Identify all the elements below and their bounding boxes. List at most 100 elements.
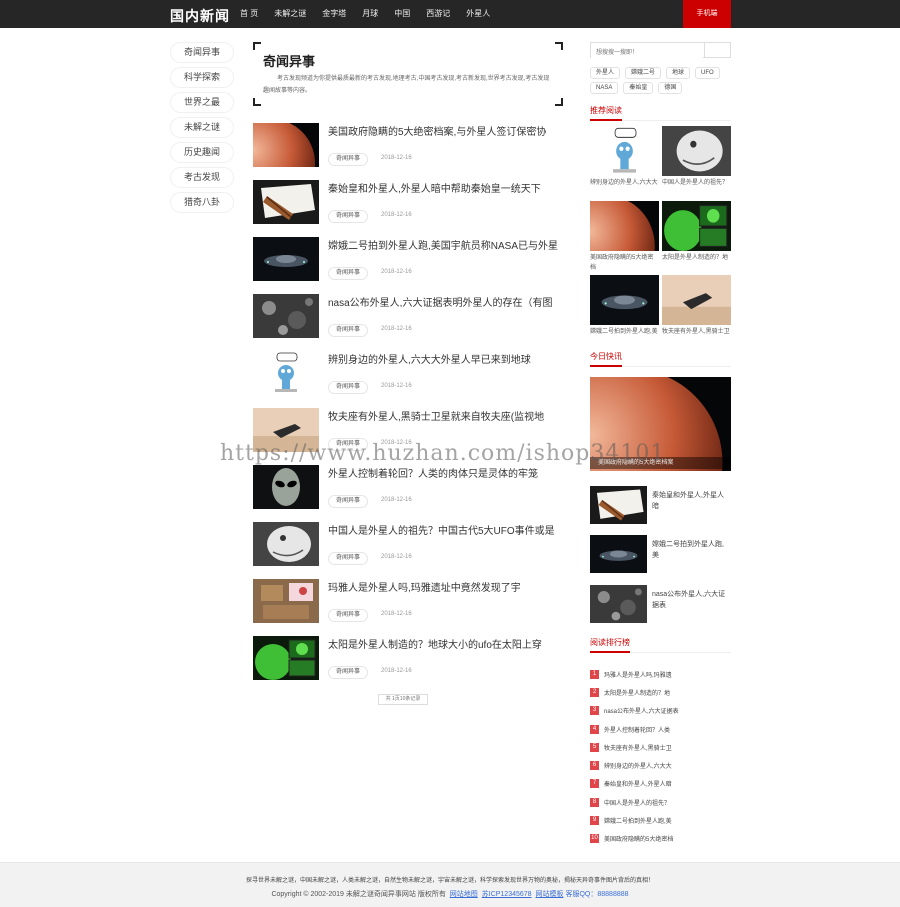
article-thumbnail[interactable] (253, 294, 319, 338)
keyword-tag[interactable]: UFO (695, 67, 720, 79)
rank-title[interactable]: 玛雅人是外星人吗,玛雅遗 (604, 670, 672, 679)
today-item[interactable]: nasa公布外星人,六大证据表 (590, 585, 731, 625)
search-input[interactable] (591, 46, 703, 60)
template-link[interactable]: 网站模板 (536, 891, 564, 898)
rank-item[interactable]: 3 nasa公布外星人,六大证据表 (590, 702, 731, 720)
today-thumbnail[interactable] (590, 585, 647, 623)
keyword-tag[interactable]: 德国 (658, 82, 683, 94)
category-tag[interactable]: 奇闻异事 (328, 381, 368, 394)
nav-china[interactable]: 中国 (394, 0, 410, 28)
article-item[interactable]: 玛雅人是外星人吗,玛雅遗址中竟然发现了宇 奇闻异事 2018-12-16 (253, 576, 563, 633)
recommend-item[interactable]: 牧夫座有外星人,黑骑士卫 (662, 275, 731, 347)
recommend-item[interactable]: 辨别身边的外星人,六大大 (590, 126, 659, 198)
today-caption[interactable]: nasa公布外星人,六大证据表 (652, 589, 730, 611)
category-item[interactable]: 猎奇八卦 (170, 192, 234, 213)
recommend-thumbnail[interactable] (590, 275, 659, 325)
article-item[interactable]: 辨别身边的外星人,六大大外星人早已来到地球 奇闻异事 2018-12-16 (253, 348, 563, 405)
rank-item[interactable]: 10 美国政府隐瞒的5大绝密档 (590, 830, 731, 848)
recommend-item[interactable]: 太阳是外星人制造的？地 (662, 201, 731, 273)
category-tag[interactable]: 奇闻异事 (328, 210, 368, 223)
rank-title[interactable]: 牧夫座有外星人,黑骑士卫 (604, 743, 672, 752)
rank-item[interactable]: 9 嫦娥二号拍到外星人跑,美 (590, 811, 731, 829)
article-thumbnail[interactable] (253, 522, 319, 566)
rank-title[interactable]: 嫦娥二号拍到外星人跑,美 (604, 816, 672, 825)
today-item[interactable]: 嫦娥二号拍到外星人跑,美 (590, 535, 731, 575)
article-item[interactable]: 中国人是外星人的祖先？中国古代5大UFO事件或是 奇闻异事 2018-12-16 (253, 519, 563, 576)
search-button[interactable] (704, 43, 730, 57)
rank-item[interactable]: 7 秦始皇和外星人,外星人暗 (590, 775, 731, 793)
category-tag[interactable]: 奇闻异事 (328, 153, 368, 166)
article-item[interactable]: 美国政府隐瞒的5大绝密档案,与外星人签订保密协 奇闻异事 2018-12-16 (253, 120, 563, 177)
recommend-caption[interactable]: 嫦娥二号拍到外星人跑,美 (590, 327, 659, 347)
category-tag[interactable]: 奇闻异事 (328, 552, 368, 565)
article-title[interactable]: 辨别身边的外星人,六大大外星人早已来到地球 (328, 351, 563, 366)
sitemap-link[interactable]: 网站地图 (450, 891, 478, 898)
recommend-thumbnail[interactable] (590, 201, 659, 251)
site-logo[interactable]: 国内新闻 (170, 6, 230, 26)
article-thumbnail[interactable] (253, 123, 319, 167)
today-thumbnail[interactable] (590, 486, 647, 524)
recommend-thumbnail[interactable] (590, 126, 659, 176)
article-title[interactable]: nasa公布外星人,六大证据表明外星人的存在（有图 (328, 294, 563, 309)
recommend-thumbnail[interactable] (662, 126, 731, 176)
category-item[interactable]: 奇闻异事 (170, 42, 234, 63)
recommend-caption[interactable]: 太阳是外星人制造的？地 (662, 253, 731, 273)
keyword-tag[interactable]: 秦始皇 (623, 82, 654, 94)
nav-pyramid[interactable]: 金字塔 (322, 0, 346, 28)
category-tag[interactable]: 奇闻异事 (328, 267, 368, 280)
today-caption[interactable]: 嫦娥二号拍到外星人跑,美 (652, 539, 730, 561)
rank-title[interactable]: 中国人是外星人的祖先？ (604, 798, 670, 807)
article-item[interactable]: 秦始皇和外星人,外星人暗中帮助秦始皇一统天下 奇闻异事 2018-12-16 (253, 177, 563, 234)
category-item[interactable]: 世界之最 (170, 92, 234, 113)
article-title[interactable]: 牧夫座有外星人,黑骑士卫星就来自牧夫座(监视地 (328, 408, 563, 423)
recommend-thumbnail[interactable] (662, 201, 731, 251)
article-item[interactable]: nasa公布外星人,六大证据表明外星人的存在（有图 奇闻异事 2018-12-16 (253, 291, 563, 348)
article-title[interactable]: 嫦娥二号拍到外星人跑,美国宇航员称NASA已与外星 (328, 237, 563, 252)
icp-link[interactable]: 苏ICP12345678 (482, 891, 532, 898)
keyword-tag[interactable]: 外星人 (590, 67, 621, 79)
article-title[interactable]: 美国政府隐瞒的5大绝密档案,与外星人签订保密协 (328, 123, 563, 138)
today-caption[interactable]: 秦始皇和外星人,外星人暗 (652, 490, 730, 512)
article-item[interactable]: 外星人控制着轮回？人类的肉体只是灵体的牢笼 奇闻异事 2018-12-16 (253, 462, 563, 519)
article-title[interactable]: 太阳是外星人制造的？地球大小的ufo在太阳上穿 (328, 636, 563, 651)
nav-mysteries[interactable]: 未解之谜 (274, 0, 306, 28)
recommend-item[interactable]: 美国政府隐瞒的5大绝密档 (590, 201, 659, 273)
today-thumbnail[interactable] (590, 535, 647, 573)
rank-title[interactable]: 外星人控制着轮回？人类 (604, 725, 670, 734)
category-item[interactable]: 历史趣闻 (170, 142, 234, 163)
mobile-version-button[interactable]: 手机端 (683, 0, 731, 28)
nav-home[interactable]: 首 页 (240, 0, 258, 28)
article-thumbnail[interactable] (253, 579, 319, 623)
nav-journey-west[interactable]: 西游记 (426, 0, 450, 28)
recommend-caption[interactable]: 牧夫座有外星人,黑骑士卫 (662, 327, 731, 347)
rank-title[interactable]: 秦始皇和外星人,外星人暗 (604, 779, 672, 788)
nav-moon[interactable]: 月球 (362, 0, 378, 28)
rank-title[interactable]: nasa公布外星人,六大证据表 (604, 706, 679, 715)
category-item[interactable]: 未解之谜 (170, 117, 234, 138)
recommend-item[interactable]: 嫦娥二号拍到外星人跑,美 (590, 275, 659, 347)
rank-item[interactable]: 5 牧夫座有外星人,黑骑士卫 (590, 738, 731, 756)
keyword-tag[interactable]: NASA (590, 82, 619, 94)
today-item[interactable]: 秦始皇和外星人,外星人暗 (590, 486, 731, 526)
category-tag[interactable]: 奇闻异事 (328, 609, 368, 622)
article-title[interactable]: 秦始皇和外星人,外星人暗中帮助秦始皇一统天下 (328, 180, 563, 195)
recommend-caption[interactable]: 辨别身边的外星人,六大大 (590, 178, 659, 198)
article-thumbnail[interactable] (253, 180, 319, 224)
recommend-thumbnail[interactable] (662, 275, 731, 325)
recommend-caption[interactable]: 中国人是外星人的祖先？ (662, 178, 731, 198)
article-title[interactable]: 玛雅人是外星人吗,玛雅遗址中竟然发现了宇 (328, 579, 563, 594)
category-item[interactable]: 科学探索 (170, 67, 234, 88)
article-thumbnail[interactable] (253, 351, 319, 395)
keyword-tag[interactable]: 嫦娥二号 (625, 67, 662, 79)
article-item[interactable]: 嫦娥二号拍到外星人跑,美国宇航员称NASA已与外星 奇闻异事 2018-12-16 (253, 234, 563, 291)
article-item[interactable]: 太阳是外星人制造的？地球大小的ufo在太阳上穿 奇闻异事 2018-12-16 (253, 633, 563, 690)
rank-title[interactable]: 美国政府隐瞒的5大绝密档 (604, 834, 673, 843)
category-item[interactable]: 考古发现 (170, 167, 234, 188)
rank-item[interactable]: 6 辨别身边的外星人,六大大 (590, 756, 731, 774)
recommend-item[interactable]: 中国人是外星人的祖先？ (662, 126, 731, 198)
rank-item[interactable]: 8 中国人是外星人的祖先？ (590, 793, 731, 811)
recommend-caption[interactable]: 美国政府隐瞒的5大绝密档 (590, 253, 659, 273)
rank-title[interactable]: 辨别身边的外星人,六大大 (604, 761, 672, 770)
rank-item[interactable]: 4 外星人控制着轮回？人类 (590, 720, 731, 738)
rank-title[interactable]: 太阳是外星人制造的？地 (604, 688, 670, 697)
